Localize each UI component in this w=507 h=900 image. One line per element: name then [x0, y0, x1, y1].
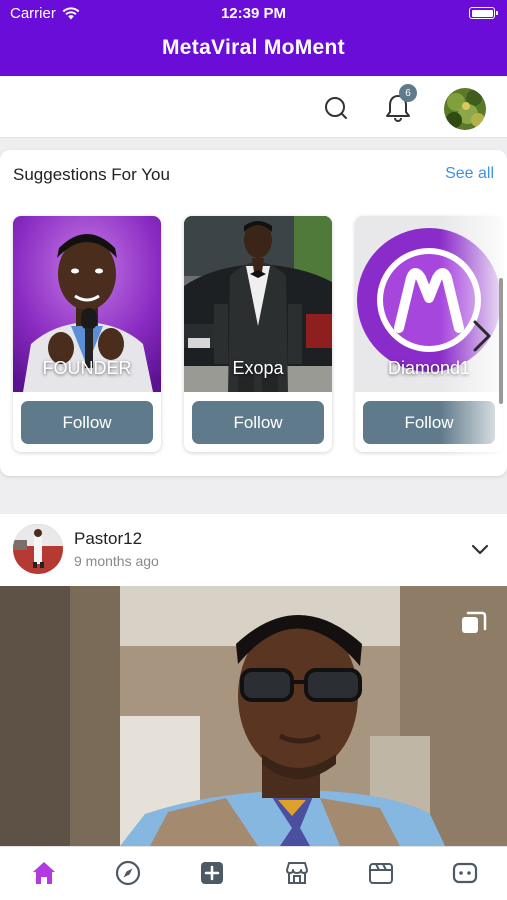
- post-header: Pastor12 9 months ago: [0, 514, 507, 586]
- scrollbar[interactable]: [499, 278, 503, 404]
- compass-icon[interactable]: [114, 859, 142, 887]
- follow-button[interactable]: Follow: [192, 401, 324, 444]
- home-icon[interactable]: [30, 859, 58, 887]
- chevron-down-icon[interactable]: [470, 540, 490, 558]
- search-icon[interactable]: [322, 94, 350, 122]
- action-bar: [0, 76, 507, 138]
- follow-button[interactable]: Follow: [21, 401, 153, 444]
- post-username[interactable]: Pastor12: [74, 529, 142, 549]
- clapperboard-icon[interactable]: [367, 859, 395, 887]
- post-image[interactable]: [0, 586, 507, 846]
- status-bar: Carrier 12:39 PM: [0, 0, 507, 28]
- post-avatar[interactable]: [13, 524, 63, 574]
- app-title: MetaViral MoMent: [162, 36, 345, 59]
- suggestion-name: FOUNDER: [42, 358, 132, 378]
- see-all-link[interactable]: See all: [445, 165, 494, 183]
- chevron-right-icon[interactable]: [470, 318, 494, 354]
- post-timestamp: 9 months ago: [74, 553, 159, 569]
- profile-avatar[interactable]: [444, 88, 486, 130]
- suggestions-title: Suggestions For You: [13, 165, 170, 184]
- add-square-icon[interactable]: [198, 859, 226, 887]
- notification-badge: 6: [399, 84, 417, 102]
- bottom-tab-bar: [0, 846, 507, 900]
- multiple-images-icon: [462, 611, 487, 633]
- store-icon[interactable]: [283, 859, 311, 887]
- suggestion-card[interactable]: Exopa Follow: [184, 216, 332, 452]
- battery-icon: [469, 7, 498, 19]
- suggestions-card: Suggestions For You See all FOUNDER Foll…: [0, 150, 507, 476]
- chat-bot-icon[interactable]: [451, 859, 479, 887]
- status-time: 12:39 PM: [220, 5, 287, 22]
- suggestion-card[interactable]: FOUNDER Follow: [13, 216, 161, 452]
- suggestion-name: Exopa: [232, 358, 284, 378]
- top-bar: Carrier 12:39 PM MetaViral MoMent: [0, 0, 507, 76]
